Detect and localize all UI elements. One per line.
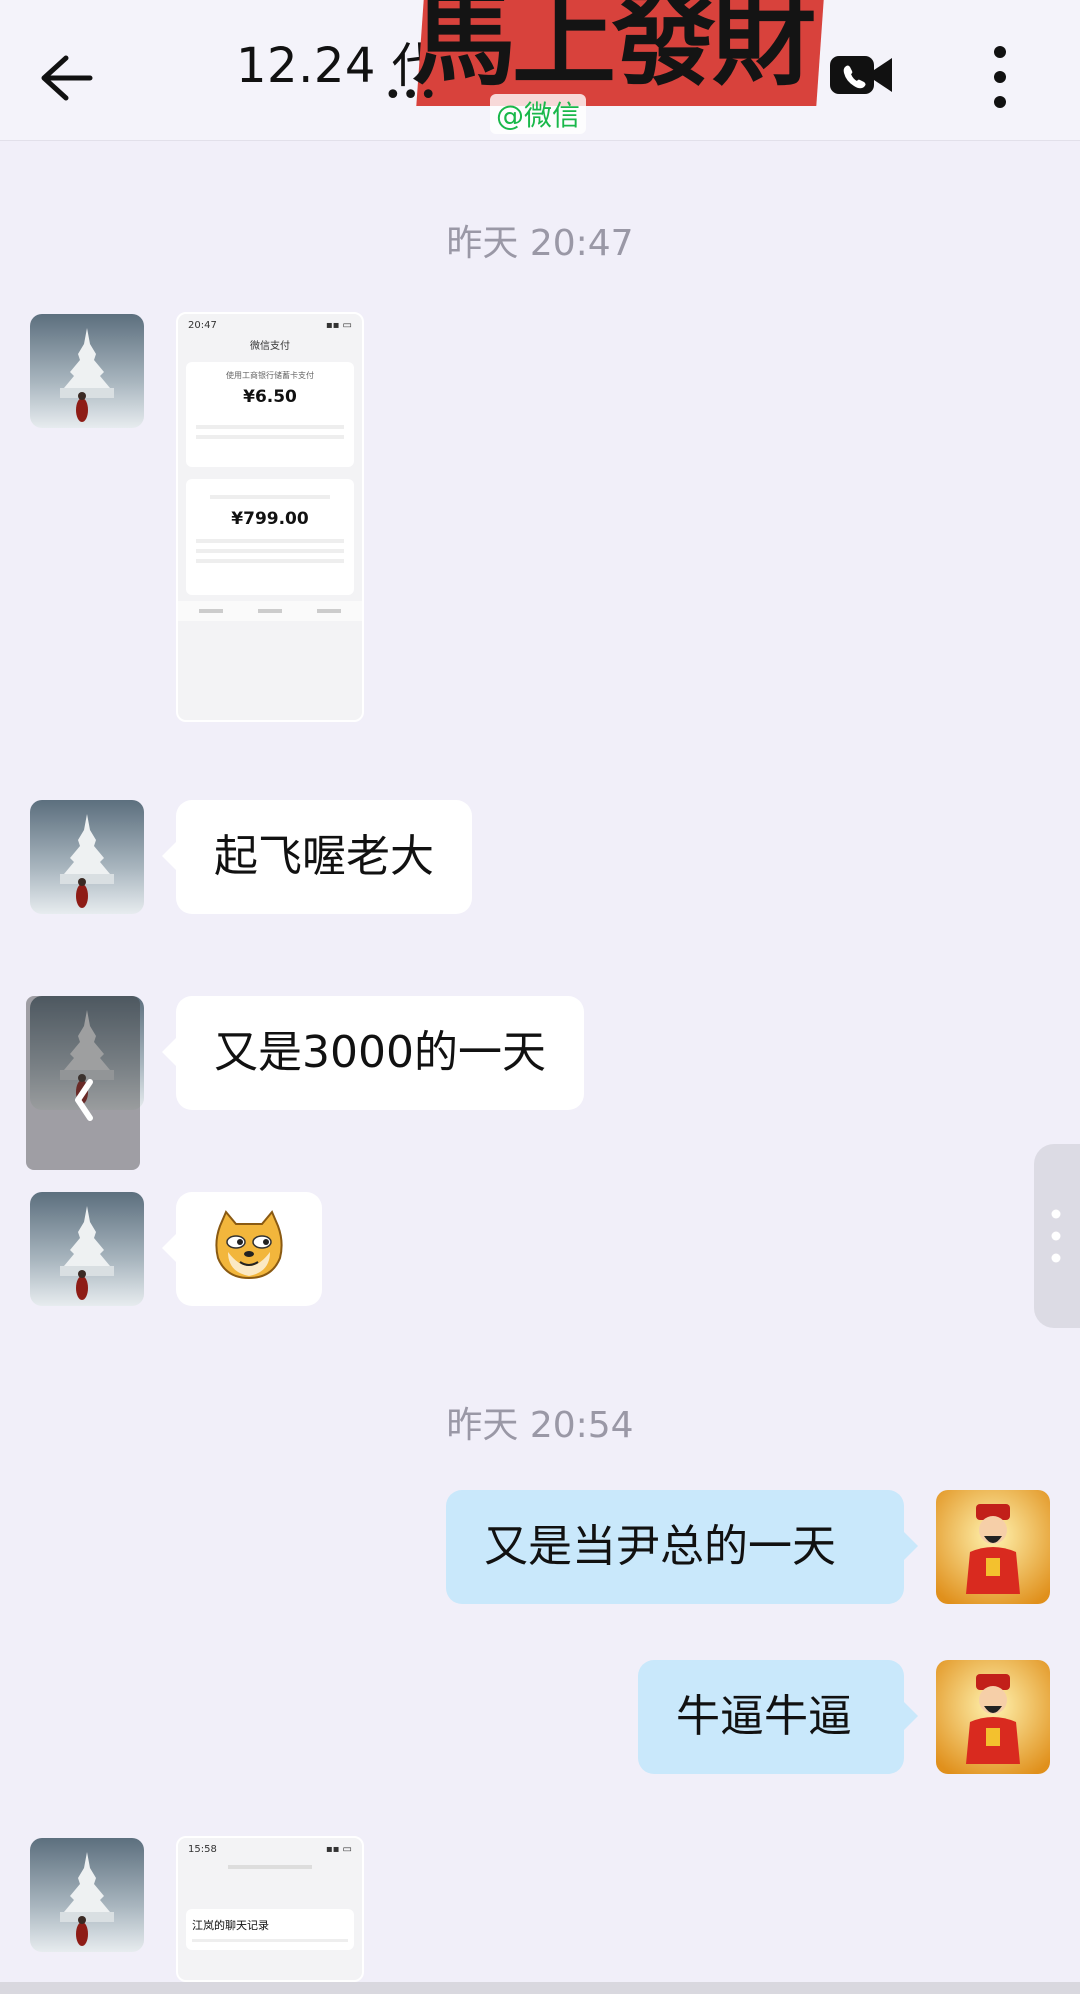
back-arrow-icon[interactable]: [34, 48, 96, 108]
screenshot-line: [196, 559, 344, 563]
screenshot-amount-1: ¥6.50: [243, 387, 297, 407]
screenshot-amount-2: ¥799.00: [231, 509, 309, 529]
screenshot-status-icons: ▪▪ ▭: [325, 1844, 352, 1855]
outgoing-message-bubble[interactable]: 牛逼牛逼: [638, 1660, 918, 1774]
vertical-dots-icon: [1051, 1209, 1061, 1263]
screenshot-page-title: 微信支付: [250, 341, 290, 352]
timestamp: 昨天 20:54: [446, 1405, 634, 1446]
screenshot-status-icons: ▪▪ ▭: [325, 320, 352, 331]
sticker-dots: •••: [384, 78, 438, 113]
side-drawer-handle[interactable]: [1034, 1144, 1080, 1328]
screenshot-status-bar: 15:58 ▪▪ ▭: [178, 1838, 362, 1857]
stupa-avatar-image: [30, 314, 144, 428]
screenshot-status-bar: 20:47 ▪▪ ▭: [178, 314, 362, 333]
timestamp: 昨天 20:47: [446, 223, 634, 264]
god-of-wealth-avatar-image: [936, 1490, 1050, 1604]
contact-avatar[interactable]: [30, 1838, 144, 1952]
screenshot-bottom-bar: [178, 601, 362, 621]
screenshot-card-2: ¥799.00: [186, 479, 354, 595]
screenshot-line: [196, 549, 344, 553]
screenshot-card-chat-record: 江岚的聊天记录: [186, 1909, 354, 1950]
my-avatar[interactable]: [936, 1660, 1050, 1774]
screenshot-subtitle: 使用工商银行储蓄卡支付: [226, 371, 314, 380]
chat-header: 12.24 代 馬上發財 ••• @微信: [0, 0, 1080, 141]
screenshot-line: [192, 1939, 348, 1942]
god-of-wealth-avatar-image: [936, 1660, 1050, 1774]
outgoing-message-bubble[interactable]: 又是当尹总的一天: [446, 1490, 918, 1604]
my-avatar[interactable]: [936, 1490, 1050, 1604]
stupa-avatar-image: [30, 1192, 144, 1306]
incoming-message-bubble[interactable]: 又是3000的一天: [162, 996, 584, 1110]
bottom-edge-bar: [0, 1982, 1080, 1994]
stupa-avatar-image: [30, 800, 144, 914]
more-options-icon[interactable]: [985, 42, 1015, 112]
stupa-avatar-image: [30, 1838, 144, 1952]
sticker-overlay-text: 馬上發財: [412, 0, 816, 100]
screenshot-chat-record-title: 江岚的聊天记录: [192, 1919, 269, 1932]
incoming-emoji-bubble[interactable]: [162, 1192, 322, 1306]
screenshot-line: [228, 1865, 312, 1869]
screenshot-line: [196, 539, 344, 543]
contact-avatar[interactable]: [30, 800, 144, 914]
image-message-screenshot[interactable]: 20:47 ▪▪ ▭ 微信支付 使用工商银行储蓄卡支付 ¥6.50 ¥799.0…: [176, 312, 364, 722]
incoming-message-bubble[interactable]: 起飞喔老大: [162, 800, 472, 914]
image-message-screenshot[interactable]: 15:58 ▪▪ ▭ 江岚的聊天记录: [176, 1836, 364, 1982]
chevron-left-icon: [75, 1079, 93, 1121]
doge-emoji-icon: [215, 1210, 283, 1280]
screenshot-status-time: 20:47: [188, 320, 217, 331]
screenshot-line: [196, 435, 344, 439]
floating-back-gesture-overlay[interactable]: [26, 996, 140, 1170]
watermark-label: @微信: [490, 94, 587, 134]
screenshot-card-1: 使用工商银行储蓄卡支付 ¥6.50: [186, 362, 354, 467]
contact-avatar[interactable]: [30, 1192, 144, 1306]
contact-avatar[interactable]: [30, 314, 144, 428]
screenshot-line: [210, 495, 330, 499]
screenshot-line: [196, 425, 344, 429]
video-call-icon[interactable]: [828, 50, 894, 100]
screenshot-status-time: 15:58: [188, 1844, 217, 1855]
